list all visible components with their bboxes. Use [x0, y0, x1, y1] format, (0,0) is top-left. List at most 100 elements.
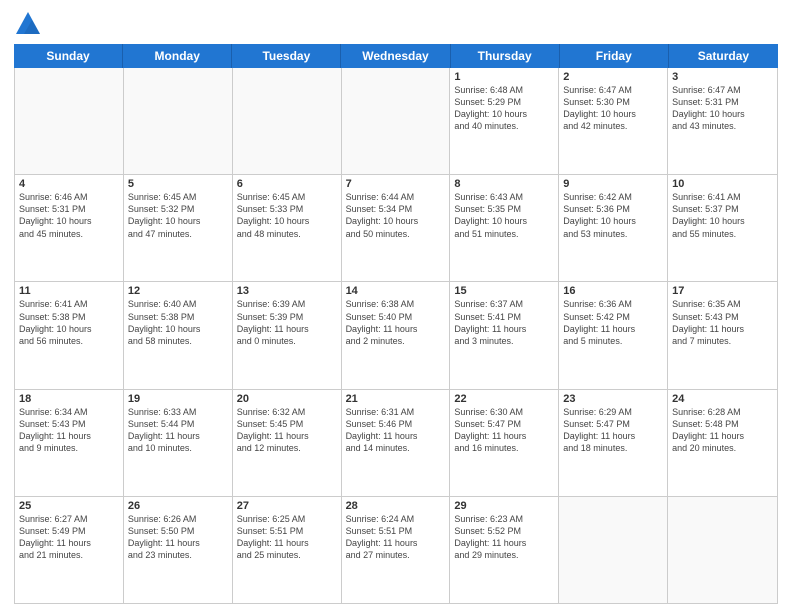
header — [14, 10, 778, 38]
day-info: Sunrise: 6:24 AMSunset: 5:51 PMDaylight:… — [346, 513, 446, 562]
calendar-row-4: 18Sunrise: 6:34 AMSunset: 5:43 PMDayligh… — [15, 390, 777, 497]
day-number: 15 — [454, 285, 554, 297]
day-number: 5 — [128, 178, 228, 190]
day-number: 17 — [672, 285, 773, 297]
day-cell-22: 22Sunrise: 6:30 AMSunset: 5:47 PMDayligh… — [450, 390, 559, 496]
day-info: Sunrise: 6:35 AMSunset: 5:43 PMDaylight:… — [672, 298, 773, 347]
day-cell-13: 13Sunrise: 6:39 AMSunset: 5:39 PMDayligh… — [233, 282, 342, 388]
day-number: 18 — [19, 393, 119, 405]
day-number: 13 — [237, 285, 337, 297]
day-number: 11 — [19, 285, 119, 297]
day-number: 8 — [454, 178, 554, 190]
day-info: Sunrise: 6:23 AMSunset: 5:52 PMDaylight:… — [454, 513, 554, 562]
day-info: Sunrise: 6:45 AMSunset: 5:32 PMDaylight:… — [128, 191, 228, 240]
day-info: Sunrise: 6:34 AMSunset: 5:43 PMDaylight:… — [19, 406, 119, 455]
day-info: Sunrise: 6:29 AMSunset: 5:47 PMDaylight:… — [563, 406, 663, 455]
day-info: Sunrise: 6:38 AMSunset: 5:40 PMDaylight:… — [346, 298, 446, 347]
calendar-row-1: 1Sunrise: 6:48 AMSunset: 5:29 PMDaylight… — [15, 68, 777, 175]
day-info: Sunrise: 6:31 AMSunset: 5:46 PMDaylight:… — [346, 406, 446, 455]
main-container: SundayMondayTuesdayWednesdayThursdayFrid… — [0, 0, 792, 612]
day-cell-27: 27Sunrise: 6:25 AMSunset: 5:51 PMDayligh… — [233, 497, 342, 603]
logo — [14, 10, 46, 38]
day-cell-11: 11Sunrise: 6:41 AMSunset: 5:38 PMDayligh… — [15, 282, 124, 388]
day-info: Sunrise: 6:47 AMSunset: 5:30 PMDaylight:… — [563, 84, 663, 133]
day-cell-5: 5Sunrise: 6:45 AMSunset: 5:32 PMDaylight… — [124, 175, 233, 281]
day-info: Sunrise: 6:41 AMSunset: 5:37 PMDaylight:… — [672, 191, 773, 240]
day-header-wednesday: Wednesday — [341, 44, 450, 68]
day-number: 12 — [128, 285, 228, 297]
day-cell-8: 8Sunrise: 6:43 AMSunset: 5:35 PMDaylight… — [450, 175, 559, 281]
day-cell-16: 16Sunrise: 6:36 AMSunset: 5:42 PMDayligh… — [559, 282, 668, 388]
calendar: SundayMondayTuesdayWednesdayThursdayFrid… — [14, 44, 778, 604]
empty-cell-0-2 — [233, 68, 342, 174]
day-info: Sunrise: 6:40 AMSunset: 5:38 PMDaylight:… — [128, 298, 228, 347]
day-number: 27 — [237, 500, 337, 512]
day-info: Sunrise: 6:43 AMSunset: 5:35 PMDaylight:… — [454, 191, 554, 240]
day-info: Sunrise: 6:30 AMSunset: 5:47 PMDaylight:… — [454, 406, 554, 455]
day-cell-2: 2Sunrise: 6:47 AMSunset: 5:30 PMDaylight… — [559, 68, 668, 174]
day-number: 20 — [237, 393, 337, 405]
day-number: 7 — [346, 178, 446, 190]
day-number: 21 — [346, 393, 446, 405]
logo-icon — [14, 10, 42, 38]
day-cell-6: 6Sunrise: 6:45 AMSunset: 5:33 PMDaylight… — [233, 175, 342, 281]
day-number: 3 — [672, 71, 773, 83]
empty-cell-0-3 — [342, 68, 451, 174]
day-cell-12: 12Sunrise: 6:40 AMSunset: 5:38 PMDayligh… — [124, 282, 233, 388]
day-info: Sunrise: 6:48 AMSunset: 5:29 PMDaylight:… — [454, 84, 554, 133]
calendar-body: 1Sunrise: 6:48 AMSunset: 5:29 PMDaylight… — [14, 68, 778, 604]
day-number: 6 — [237, 178, 337, 190]
empty-cell-0-1 — [124, 68, 233, 174]
day-info: Sunrise: 6:33 AMSunset: 5:44 PMDaylight:… — [128, 406, 228, 455]
day-cell-20: 20Sunrise: 6:32 AMSunset: 5:45 PMDayligh… — [233, 390, 342, 496]
empty-cell-4-5 — [559, 497, 668, 603]
day-header-saturday: Saturday — [669, 44, 778, 68]
day-info: Sunrise: 6:42 AMSunset: 5:36 PMDaylight:… — [563, 191, 663, 240]
day-info: Sunrise: 6:47 AMSunset: 5:31 PMDaylight:… — [672, 84, 773, 133]
day-cell-4: 4Sunrise: 6:46 AMSunset: 5:31 PMDaylight… — [15, 175, 124, 281]
day-info: Sunrise: 6:37 AMSunset: 5:41 PMDaylight:… — [454, 298, 554, 347]
day-info: Sunrise: 6:28 AMSunset: 5:48 PMDaylight:… — [672, 406, 773, 455]
day-cell-25: 25Sunrise: 6:27 AMSunset: 5:49 PMDayligh… — [15, 497, 124, 603]
day-info: Sunrise: 6:41 AMSunset: 5:38 PMDaylight:… — [19, 298, 119, 347]
day-header-monday: Monday — [123, 44, 232, 68]
day-info: Sunrise: 6:25 AMSunset: 5:51 PMDaylight:… — [237, 513, 337, 562]
day-info: Sunrise: 6:36 AMSunset: 5:42 PMDaylight:… — [563, 298, 663, 347]
day-number: 10 — [672, 178, 773, 190]
day-info: Sunrise: 6:44 AMSunset: 5:34 PMDaylight:… — [346, 191, 446, 240]
day-cell-15: 15Sunrise: 6:37 AMSunset: 5:41 PMDayligh… — [450, 282, 559, 388]
day-info: Sunrise: 6:26 AMSunset: 5:50 PMDaylight:… — [128, 513, 228, 562]
day-header-thursday: Thursday — [451, 44, 560, 68]
empty-cell-4-6 — [668, 497, 777, 603]
day-cell-21: 21Sunrise: 6:31 AMSunset: 5:46 PMDayligh… — [342, 390, 451, 496]
day-cell-1: 1Sunrise: 6:48 AMSunset: 5:29 PMDaylight… — [450, 68, 559, 174]
day-number: 23 — [563, 393, 663, 405]
day-header-tuesday: Tuesday — [232, 44, 341, 68]
day-number: 2 — [563, 71, 663, 83]
calendar-row-3: 11Sunrise: 6:41 AMSunset: 5:38 PMDayligh… — [15, 282, 777, 389]
day-cell-18: 18Sunrise: 6:34 AMSunset: 5:43 PMDayligh… — [15, 390, 124, 496]
day-info: Sunrise: 6:46 AMSunset: 5:31 PMDaylight:… — [19, 191, 119, 240]
calendar-row-2: 4Sunrise: 6:46 AMSunset: 5:31 PMDaylight… — [15, 175, 777, 282]
day-cell-29: 29Sunrise: 6:23 AMSunset: 5:52 PMDayligh… — [450, 497, 559, 603]
day-cell-24: 24Sunrise: 6:28 AMSunset: 5:48 PMDayligh… — [668, 390, 777, 496]
day-number: 28 — [346, 500, 446, 512]
day-number: 16 — [563, 285, 663, 297]
day-number: 26 — [128, 500, 228, 512]
day-cell-10: 10Sunrise: 6:41 AMSunset: 5:37 PMDayligh… — [668, 175, 777, 281]
day-number: 25 — [19, 500, 119, 512]
day-info: Sunrise: 6:27 AMSunset: 5:49 PMDaylight:… — [19, 513, 119, 562]
day-number: 4 — [19, 178, 119, 190]
day-number: 1 — [454, 71, 554, 83]
day-info: Sunrise: 6:45 AMSunset: 5:33 PMDaylight:… — [237, 191, 337, 240]
day-cell-7: 7Sunrise: 6:44 AMSunset: 5:34 PMDaylight… — [342, 175, 451, 281]
day-number: 9 — [563, 178, 663, 190]
calendar-header: SundayMondayTuesdayWednesdayThursdayFrid… — [14, 44, 778, 68]
day-info: Sunrise: 6:39 AMSunset: 5:39 PMDaylight:… — [237, 298, 337, 347]
day-info: Sunrise: 6:32 AMSunset: 5:45 PMDaylight:… — [237, 406, 337, 455]
day-number: 14 — [346, 285, 446, 297]
day-number: 24 — [672, 393, 773, 405]
day-cell-9: 9Sunrise: 6:42 AMSunset: 5:36 PMDaylight… — [559, 175, 668, 281]
day-cell-26: 26Sunrise: 6:26 AMSunset: 5:50 PMDayligh… — [124, 497, 233, 603]
day-number: 22 — [454, 393, 554, 405]
